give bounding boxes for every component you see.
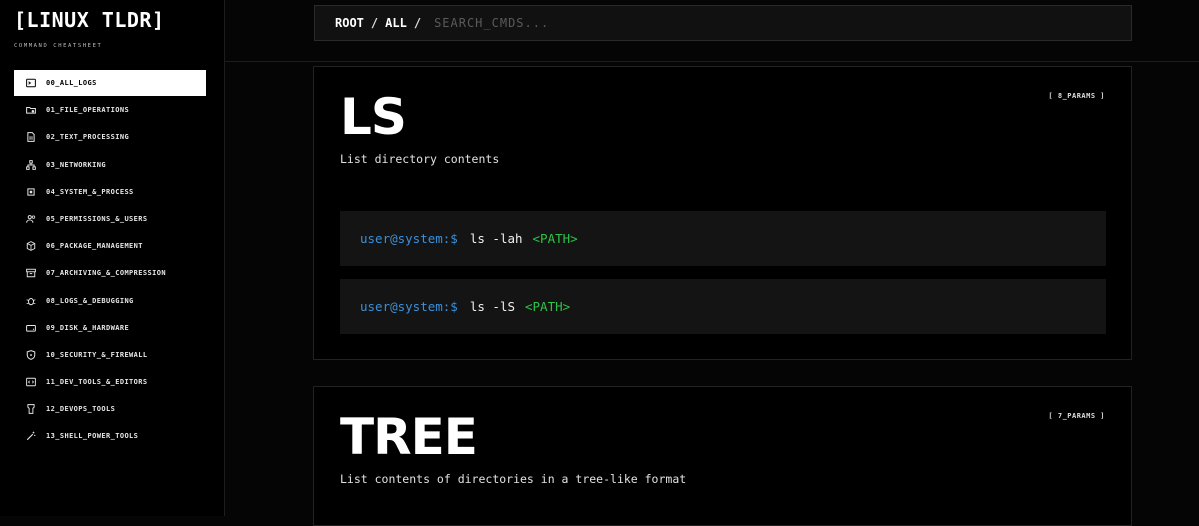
sidebar-item-label: 11_DEV_TOOLS_&_EDITORS — [46, 378, 148, 387]
sidebar-item-label: 06_PACKAGE_MANAGEMENT — [46, 242, 143, 251]
sidebar-item[interactable]: 06_PACKAGE_MANAGEMENT — [14, 233, 206, 259]
sidebar-item-label: 03_NETWORKING — [46, 160, 106, 169]
bug-icon — [26, 296, 36, 306]
users-icon — [26, 214, 36, 224]
command-title: TREE — [340, 408, 478, 466]
sidebar-item[interactable]: 05_PERMISSIONS_&_USERS — [14, 206, 206, 232]
sidebar-item[interactable]: 04_SYSTEM_&_PROCESS — [14, 179, 206, 205]
app-subtitle: COMMAND CHEATSHEET — [14, 43, 103, 49]
network-icon — [26, 159, 36, 170]
sidebar-item[interactable]: 09_DISK_&_HARDWARE — [14, 315, 206, 341]
sidebar-item[interactable]: 01_FILE_OPERATIONS — [14, 97, 206, 123]
sidebar-item-label: 13_SHELL_POWER_TOOLS — [46, 432, 139, 441]
code-icon — [26, 377, 36, 387]
sidebar-item-label: 05_PERMISSIONS_&_USERS — [46, 214, 148, 223]
params-count: [ 8_PARAMS ] — [1048, 92, 1105, 100]
breadcrumb-separator: / — [413, 16, 422, 30]
app-logo[interactable]: [LINUX TLDR] — [14, 8, 165, 32]
hard-drive-icon — [26, 323, 36, 333]
sidebar-item[interactable]: 03_NETWORKING — [14, 152, 206, 178]
command-example[interactable]: user@system:$ ls -lS <PATH> — [340, 279, 1106, 334]
sidebar-item-label: 00_ALL_LOGS — [46, 79, 97, 87]
sidebar-item[interactable]: 12_DEVOPS_TOOLS — [14, 396, 206, 422]
breadcrumb-all[interactable]: ALL — [385, 16, 407, 30]
command-text: ls -lah — [469, 231, 523, 246]
category-nav: 00_ALL_LOGS 01_FILE_OPERATIONS 02_TEXT_PRO… — [14, 70, 206, 451]
search-bar: ROOT / ALL / — [314, 5, 1132, 41]
sidebar-item[interactable]: 10_SECURITY_&_FIREWALL — [14, 342, 206, 368]
sidebar-item-label: 08_LOGS_&_DEBUGGING — [46, 296, 134, 305]
top-bar: ROOT / ALL / — [225, 0, 1199, 62]
command-example[interactable]: user@system:$ ls -lah <PATH> — [340, 211, 1106, 266]
sidebar-item[interactable]: 13_SHELL_POWER_TOOLS — [14, 423, 206, 449]
sidebar-item-label: 10_SECURITY_&_FIREWALL — [46, 350, 148, 359]
magic-wand-icon — [26, 431, 36, 441]
sidebar-item-label: 01_FILE_OPERATIONS — [46, 106, 130, 115]
main-content: ROOT / ALL / LS [ 8_PARAMS ] List direct… — [225, 0, 1199, 526]
breadcrumb-root[interactable]: ROOT — [335, 16, 364, 30]
folder-gear-icon — [26, 105, 36, 115]
container-icon — [26, 404, 36, 415]
command-argument: <PATH> — [525, 299, 571, 314]
sidebar-item-label: 04_SYSTEM_&_PROCESS — [46, 187, 134, 196]
breadcrumb-separator: / — [370, 16, 379, 30]
command-argument: <PATH> — [532, 231, 578, 246]
sidebar-item[interactable]: 07_ARCHIVING_&_COMPRESSION — [14, 260, 206, 286]
file-text-icon — [26, 132, 36, 143]
sidebar-item-label: 12_DEVOPS_TOOLS — [46, 405, 116, 414]
command-text: ls -lS — [469, 299, 515, 314]
command-card-tree: TREE [ 7_PARAMS ] List contents of direc… — [313, 386, 1132, 526]
sidebar-item[interactable]: 11_DEV_TOOLS_&_EDITORS — [14, 369, 206, 395]
search-input[interactable] — [434, 16, 735, 30]
params-count: [ 7_PARAMS ] — [1048, 412, 1105, 420]
sidebar-item-label: 07_ARCHIVING_&_COMPRESSION — [46, 269, 166, 278]
command-card-ls: LS [ 8_PARAMS ] List directory contents … — [313, 66, 1132, 360]
sidebar-item-label: 02_TEXT_PROCESSING — [46, 133, 130, 142]
sidebar-item-label: 09_DISK_&_HARDWARE — [46, 323, 130, 332]
command-description: List directory contents — [340, 152, 500, 166]
sidebar-item[interactable]: 02_TEXT_PROCESSING — [14, 124, 206, 150]
command-title: LS — [340, 88, 407, 146]
terminal-icon — [26, 78, 36, 88]
shell-prompt: user@system:$ — [360, 299, 458, 314]
cpu-icon — [26, 187, 36, 197]
sidebar-item[interactable]: 00_ALL_LOGS — [14, 70, 206, 96]
package-icon — [26, 241, 36, 252]
archive-icon — [26, 268, 36, 278]
shell-prompt: user@system:$ — [360, 231, 458, 246]
command-description: List contents of directories in a tree-l… — [340, 472, 687, 486]
sidebar: [LINUX TLDR] COMMAND CHEATSHEET 00_ALL_L… — [0, 0, 225, 516]
shield-icon — [26, 349, 36, 360]
sidebar-item[interactable]: 08_LOGS_&_DEBUGGING — [14, 288, 206, 314]
